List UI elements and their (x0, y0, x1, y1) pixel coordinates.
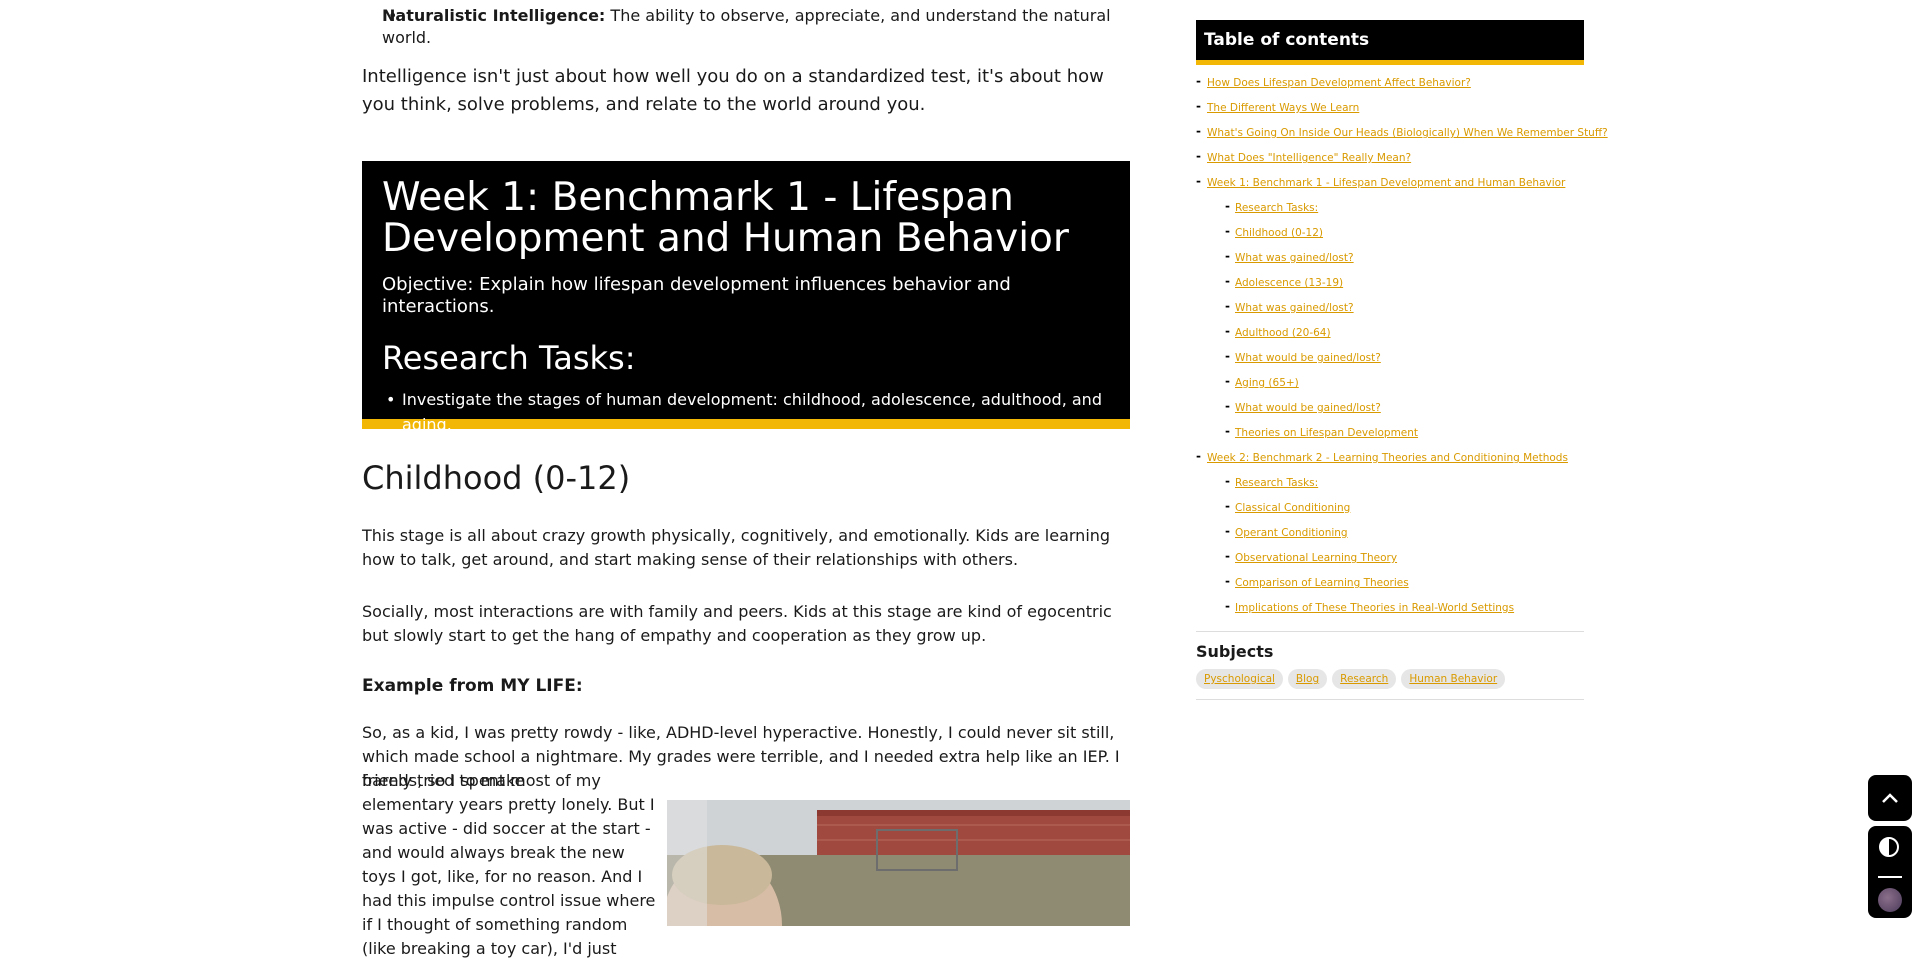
toc-link[interactable]: Observational Learning Theory (1235, 546, 1397, 571)
week-title: Week 1: Benchmark 1 - Lifespan Developme… (382, 175, 1069, 261)
childhood-heading: Childhood (0-12) (362, 459, 631, 497)
toc-item: - Adolescence (13-19) (1196, 271, 1584, 296)
toc-link[interactable]: What would be gained/lost? (1235, 396, 1381, 421)
toc-dash: - (1196, 74, 1201, 88)
toc-dash: - (1225, 199, 1230, 213)
contrast-icon[interactable] (1879, 837, 1899, 857)
toc-item: - Childhood (0-12) (1196, 221, 1584, 246)
toc-link[interactable]: How Does Lifespan Development Affect Beh… (1207, 71, 1471, 96)
toc-item: - How Does Lifespan Development Affect Be… (1196, 71, 1584, 96)
list-item: Investigate the stages of human developm… (382, 387, 1110, 437)
list-item: Naturalistic Intelligence: The ability t… (382, 5, 1142, 49)
toc-item: - The Different Ways We Learn (1196, 96, 1584, 121)
list-item-term: Naturalistic Intelligence: (382, 6, 606, 25)
toc-dash: - (1225, 374, 1230, 388)
toc-link[interactable]: What's Going On Inside Our Heads (Biolog… (1207, 121, 1608, 146)
paragraph: Socially, most interactions are with fam… (362, 602, 1112, 645)
subject-tag[interactable]: Human Behavior (1401, 669, 1506, 689)
toc-item: - What's Going On Inside Our Heads (Biolo… (1196, 121, 1608, 146)
toc-item: - Comparison of Learning Theories (1196, 571, 1584, 596)
avatar[interactable] (1878, 888, 1902, 912)
toc-item: - Theories on Lifespan Development (1196, 421, 1584, 446)
toc-item: - Observational Learning Theory (1196, 546, 1584, 571)
research-tasks-heading: Research Tasks: (382, 339, 636, 377)
toc-link[interactable]: What Does "Intelligence" Really Mean? (1207, 146, 1411, 171)
toc-link[interactable]: Classical Conditioning (1235, 496, 1350, 521)
toc-item: - Classical Conditioning (1196, 496, 1584, 521)
divider (1196, 631, 1584, 632)
toc-dash: - (1225, 599, 1230, 613)
toc-dash: - (1196, 149, 1201, 163)
toc-dash: - (1225, 349, 1230, 363)
chevron-up-icon (1882, 793, 1898, 803)
toc-link[interactable]: Research Tasks: (1235, 196, 1318, 221)
intelligence-list: Naturalistic Intelligence: The ability t… (362, 5, 1142, 49)
divider (1878, 876, 1902, 878)
week-1-callout: Week 1: Benchmark 1 - Lifespan Developme… (362, 161, 1130, 462)
toc-dash: - (1225, 299, 1230, 313)
subject-tags: Pyschological Blog Research Human Behavior (1196, 669, 1584, 700)
toc-item: - Adulthood (20-64) (1196, 321, 1584, 346)
toc-dash: - (1196, 99, 1201, 113)
paragraph-wrap: friends, so I spent most of my elementar… (362, 771, 656, 958)
objective-text: Objective: Explain how lifespan developm… (382, 274, 1011, 317)
accessibility-panel (1868, 826, 1912, 918)
subjects-title: Subjects (1196, 642, 1274, 661)
toc-item: - Aging (65+) (1196, 371, 1584, 396)
toc-link[interactable]: Theories on Lifespan Development (1235, 421, 1418, 446)
toc-item: - Research Tasks: (1196, 471, 1584, 496)
toc-dash: - (1196, 449, 1201, 463)
toc-dash: - (1225, 424, 1230, 438)
toc-dash: - (1225, 274, 1230, 288)
toc-item: - What was gained/lost? (1196, 246, 1584, 271)
toc-dash: - (1225, 549, 1230, 563)
toc-dash: - (1225, 499, 1230, 513)
toc-item: - Week 2: Benchmark 2 - Learning Theories… (1196, 446, 1584, 471)
toc-link[interactable]: Implications of These Theories in Real-W… (1235, 596, 1514, 621)
toc-link[interactable]: Week 2: Benchmark 2 - Learning Theories … (1207, 446, 1568, 471)
toc-dash: - (1225, 474, 1230, 488)
toc-link[interactable]: What was gained/lost? (1235, 246, 1354, 271)
toc-dash: - (1196, 174, 1201, 188)
toc-link[interactable]: Week 1: Benchmark 1 - Lifespan Developme… (1207, 171, 1565, 196)
table-of-contents: - How Does Lifespan Development Affect Be… (1196, 71, 1608, 621)
toc-dash: - (1225, 524, 1230, 538)
sidebar: Table of contents - How Does Lifespan Dev… (1196, 20, 1608, 700)
toc-item: - What would be gained/lost? (1196, 396, 1584, 421)
toc-item: - Week 1: Benchmark 1 - Lifespan Developm… (1196, 171, 1584, 196)
scroll-top-button[interactable] (1868, 775, 1912, 821)
toc-link[interactable]: What would be gained/lost? (1235, 346, 1381, 371)
intro-paragraph: Intelligence isn't just about how well y… (362, 66, 1104, 115)
toc-dash: - (1225, 249, 1230, 263)
toc-item: - What was gained/lost? (1196, 296, 1584, 321)
subject-tag[interactable]: Blog (1287, 669, 1328, 689)
toc-link[interactable]: The Different Ways We Learn (1207, 96, 1359, 121)
toc-dash: - (1225, 324, 1230, 338)
toc-link[interactable]: Aging (65+) (1235, 371, 1299, 396)
toc-dash: - (1225, 224, 1230, 238)
toc-item: - Implications of These Theories in Real-… (1196, 596, 1584, 621)
toc-title: Table of contents (1196, 20, 1584, 65)
toc-link[interactable]: What was gained/lost? (1235, 296, 1354, 321)
childhood-photo (667, 800, 1130, 926)
toc-item: - Operant Conditioning (1196, 521, 1584, 546)
toc-item: - What Does "Intelligence" Really Mean? (1196, 146, 1584, 171)
toc-link[interactable]: Adolescence (13-19) (1235, 271, 1343, 296)
subject-tag[interactable]: Pyschological (1196, 669, 1283, 689)
toc-link[interactable]: Comparison of Learning Theories (1235, 571, 1409, 596)
toc-link[interactable]: Research Tasks: (1235, 471, 1318, 496)
toc-dash: - (1225, 399, 1230, 413)
toc-dash: - (1196, 124, 1201, 138)
toc-link[interactable]: Adulthood (20-64) (1235, 321, 1331, 346)
paragraph: This stage is all about crazy growth phy… (362, 526, 1111, 569)
toc-link[interactable]: Operant Conditioning (1235, 521, 1348, 546)
research-tasks-list: Investigate the stages of human developm… (382, 387, 1110, 462)
toc-item: - Research Tasks: (1196, 196, 1584, 221)
example-label: Example from MY LIFE: (362, 676, 583, 696)
subject-tag[interactable]: Research (1332, 669, 1397, 689)
toc-item: - What would be gained/lost? (1196, 346, 1584, 371)
toc-dash: - (1225, 574, 1230, 588)
toc-link[interactable]: Childhood (0-12) (1235, 221, 1323, 246)
